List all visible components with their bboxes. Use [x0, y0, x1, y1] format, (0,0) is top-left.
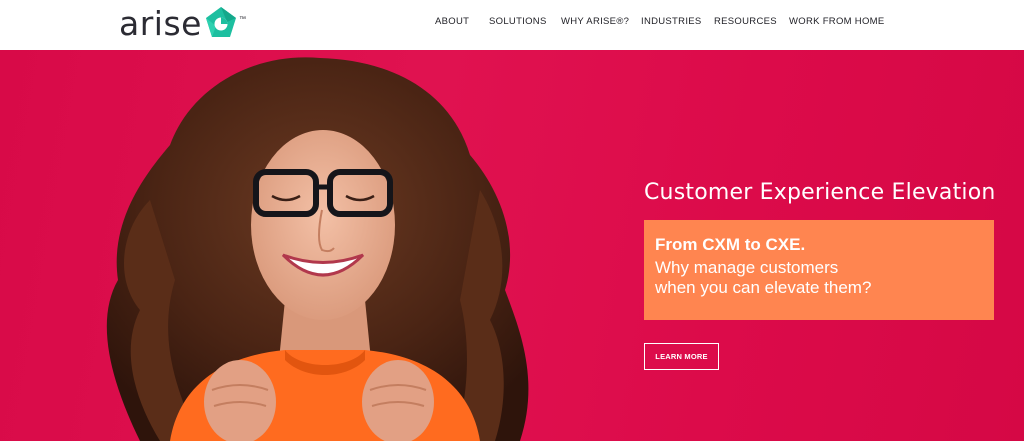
nav-work-from-home[interactable]: WORK FROM HOME: [789, 0, 885, 43]
hero-photo-smiling-woman: [106, 57, 529, 441]
pentagon-swirl-logo-icon: [205, 7, 236, 37]
nav-about[interactable]: ABOUT: [435, 0, 469, 43]
nav-industries[interactable]: INDUSTRIES: [641, 0, 702, 43]
tagline-line-2: when you can elevate them?: [655, 278, 872, 297]
arise-logo[interactable]: arise ™: [119, 4, 246, 44]
tagline-strong: From CXM to CXE.: [655, 235, 806, 254]
trademark-symbol: ™: [238, 16, 246, 23]
learn-more-button[interactable]: LEARN MORE: [644, 343, 719, 370]
site-header: arise ™ ABOUT SOLUTIONS WHY ARISE®? INDU…: [0, 0, 1024, 50]
hero-headline: Customer Experience Elevation: [644, 180, 996, 205]
nav-solutions[interactable]: SOLUTIONS: [489, 0, 547, 43]
logo-wordmark: arise: [119, 4, 202, 43]
nav-resources[interactable]: RESOURCES: [714, 0, 777, 43]
tagline-line-1: Why manage customers: [655, 258, 839, 277]
hero-banner: Customer Experience Elevation From CXM t…: [0, 50, 1024, 441]
nav-why-arise[interactable]: WHY ARISE®?: [561, 0, 629, 43]
tagline-box: From CXM to CXE. Why manage customers wh…: [644, 220, 994, 320]
